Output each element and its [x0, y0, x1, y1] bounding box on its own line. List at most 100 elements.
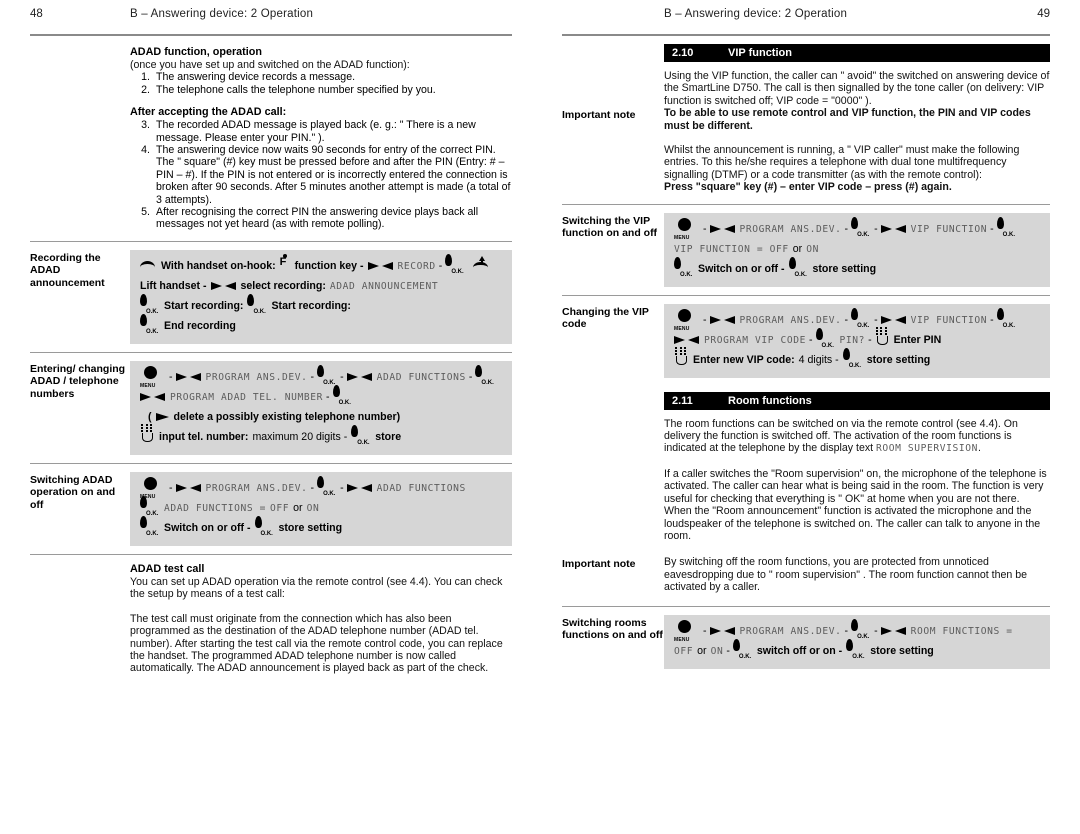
switch-room-label: Switching rooms functions on and off [562, 616, 663, 642]
menu-key-label: MENU [674, 235, 690, 242]
keypad-icon [140, 423, 155, 446]
scroll-arrows-icon [709, 315, 736, 325]
procedure-line: O.K. Start recording: O.K. Start recordi… [140, 294, 502, 315]
vip-section-bar-body: 2.10 VIP function [664, 44, 1050, 62]
step-text: The answering device now waits 90 second… [156, 144, 511, 206]
list-item: 1. The answering device records a messag… [130, 71, 512, 83]
switch-vip-display-2: VIP FUNCTION [910, 223, 988, 235]
recording-line2-a: Lift handset - [140, 279, 207, 292]
left-arrow-icon [155, 412, 170, 422]
scroll-arrows-icon [880, 626, 907, 636]
scroll-arrows-icon [709, 626, 736, 636]
right-running-head: B – Answering device: 2 Operation 49 [562, 0, 1050, 30]
list-item: 2. The telephone calls the telephone num… [130, 84, 512, 96]
menu-key-icon: MENU [140, 477, 166, 500]
ok-key-label: O.K. [852, 654, 865, 661]
room-note-text: By switching off the room functions, you… [664, 556, 1028, 594]
f-function-key-icon: F [280, 254, 291, 274]
switch-vip-block: Switching the VIP function on and off ME… [562, 212, 1050, 287]
section-title: VIP function [728, 47, 792, 59]
procedure-line: With handset on-hook: F function key - R… [140, 254, 502, 275]
list-item: 4. The answering device now waits 90 sec… [130, 144, 512, 206]
ok-key-icon: O.K. [140, 516, 160, 537]
ok-key-label: O.K. [857, 323, 870, 330]
change-vip-enter-new: Enter new VIP code: [693, 353, 795, 366]
vip-note-block: Important note To be able to use remote … [562, 107, 1050, 132]
scroll-arrows-icon [674, 335, 700, 345]
scroll-arrows-icon [709, 224, 736, 234]
change-vip-code-label: Changing the VIP code [562, 305, 649, 331]
ok-key-icon: O.K. [851, 619, 871, 640]
entering-input-label: input tel. number: [159, 430, 249, 443]
ok-key-icon: O.K. [674, 257, 694, 278]
switch-vip-on: ON [806, 243, 819, 255]
ok-key-icon: O.K. [846, 639, 866, 660]
adad-operation-steps: 1. The answering device records a messag… [130, 71, 512, 96]
vip-intro-body: Using the VIP function, the caller can "… [664, 70, 1050, 107]
room-note-label: Important note [562, 558, 636, 571]
room-para-1-display: ROOM SUPERVISION [876, 443, 979, 455]
menu-key-icon: MENU [674, 620, 700, 643]
vip-note-text: To be able to use remote control and VIP… [664, 107, 1031, 132]
switch-room-or: or [697, 644, 707, 657]
room-para-1: The room functions can be switched on vi… [664, 418, 1050, 456]
adad-operation-gutter [30, 46, 130, 48]
ok-key-icon: O.K. [140, 294, 160, 315]
manual-page-spread: 48 B – Answering device: 2 Operation ADA… [0, 0, 1080, 834]
divider-1 [30, 240, 512, 242]
ok-key-icon: O.K. [732, 639, 753, 660]
switching-adad-display-2: ADAD FUNCTIONS [376, 482, 466, 494]
ok-key-icon: O.K. [996, 308, 1017, 329]
ok-key-icon: O.K. [254, 516, 275, 537]
step-text: The telephone calls the telephone number… [156, 83, 436, 96]
left-running-head: 48 B – Answering device: 2 Operation [30, 0, 512, 30]
adad-operation-intro: (once you have set up and switched on th… [130, 59, 410, 71]
procedure-line: O.K. ADAD FUNCTIONS = OFF or ON [140, 496, 502, 517]
ok-key-label: O.K. [794, 272, 807, 279]
menu-key-icon: MENU [674, 309, 700, 332]
ok-key-label: O.K. [146, 531, 159, 538]
scroll-arrows-icon [880, 315, 907, 325]
entering-display-2: ADAD FUNCTIONS [376, 371, 466, 383]
entering-display-3: PROGRAM ADAD TEL. NUMBER [170, 391, 324, 403]
step-number: 3. [141, 119, 150, 132]
adad-operation-heading: ADAD function, operation [130, 46, 262, 58]
test-call-para-2: The test call must originate from the co… [130, 612, 503, 675]
recording-line3-a: Start recording: [164, 299, 244, 312]
ok-key-icon: O.K. [842, 348, 863, 369]
change-vip-display-3: PROGRAM VIP CODE [704, 334, 807, 346]
vip-entries-gutter [562, 144, 664, 146]
header-rule-right [562, 34, 1050, 36]
vip-para-1: Using the VIP function, the caller can "… [664, 70, 1050, 107]
page-number-right: 49 [1037, 8, 1050, 20]
procedure-line: Enter new VIP code: 4 digits - O.K. stor… [674, 346, 1040, 369]
divider-2 [30, 351, 512, 353]
vip-entries-block: Whilst the announcement is running, a " … [562, 144, 1050, 194]
procedure-line: Lift handset - select recording: ADAD AN… [140, 278, 502, 295]
switch-vip-action-1: Switch on or off - [698, 262, 785, 275]
switch-room-on: ON [710, 645, 724, 657]
switch-vip-or: or [792, 242, 803, 255]
ok-key-icon: O.K. [140, 314, 160, 335]
ok-key-icon: O.K. [445, 254, 465, 275]
switch-room-display-2: ROOM FUNCTIONS = [910, 625, 1013, 637]
procedure-line: input tel. number: maximum 20 digits - O… [140, 423, 502, 446]
right-page: B – Answering device: 2 Operation 49 2.1… [562, 0, 1050, 834]
switch-room-procedure: MENU - PROGRAM ANS.DEV. - O.K. - ROOM FU… [664, 614, 1050, 669]
after-accepting-heading: After accepting the ADAD call: [130, 106, 287, 119]
vip-para-2-bold: Press "square" key (#) – enter VIP code … [664, 181, 952, 194]
switch-vip-display-3: VIP FUNCTION = OFF [674, 243, 789, 255]
ok-key-icon: O.K. [317, 365, 337, 386]
ok-key-icon: O.K. [247, 294, 267, 315]
recording-line3-b: Start recording: [271, 299, 351, 312]
ok-key-label: O.K. [451, 269, 464, 276]
room-section-bar-block: 2.11 Room functions [562, 391, 1050, 410]
test-call-heading: ADAD test call [130, 562, 205, 575]
recording-line2-display: ADAD ANNOUNCEMENT [329, 280, 439, 292]
recording-announcement-label: Recording the ADAD announcement [30, 251, 105, 290]
section-title: Room functions [728, 394, 812, 407]
ok-key-label: O.K. [680, 272, 693, 279]
switch-room-display-1: PROGRAM ANS.DEV. [739, 625, 842, 637]
list-item: 5. After recognising the correct PIN the… [130, 206, 512, 231]
vip-note-body: To be able to use remote control and VIP… [664, 107, 1050, 132]
